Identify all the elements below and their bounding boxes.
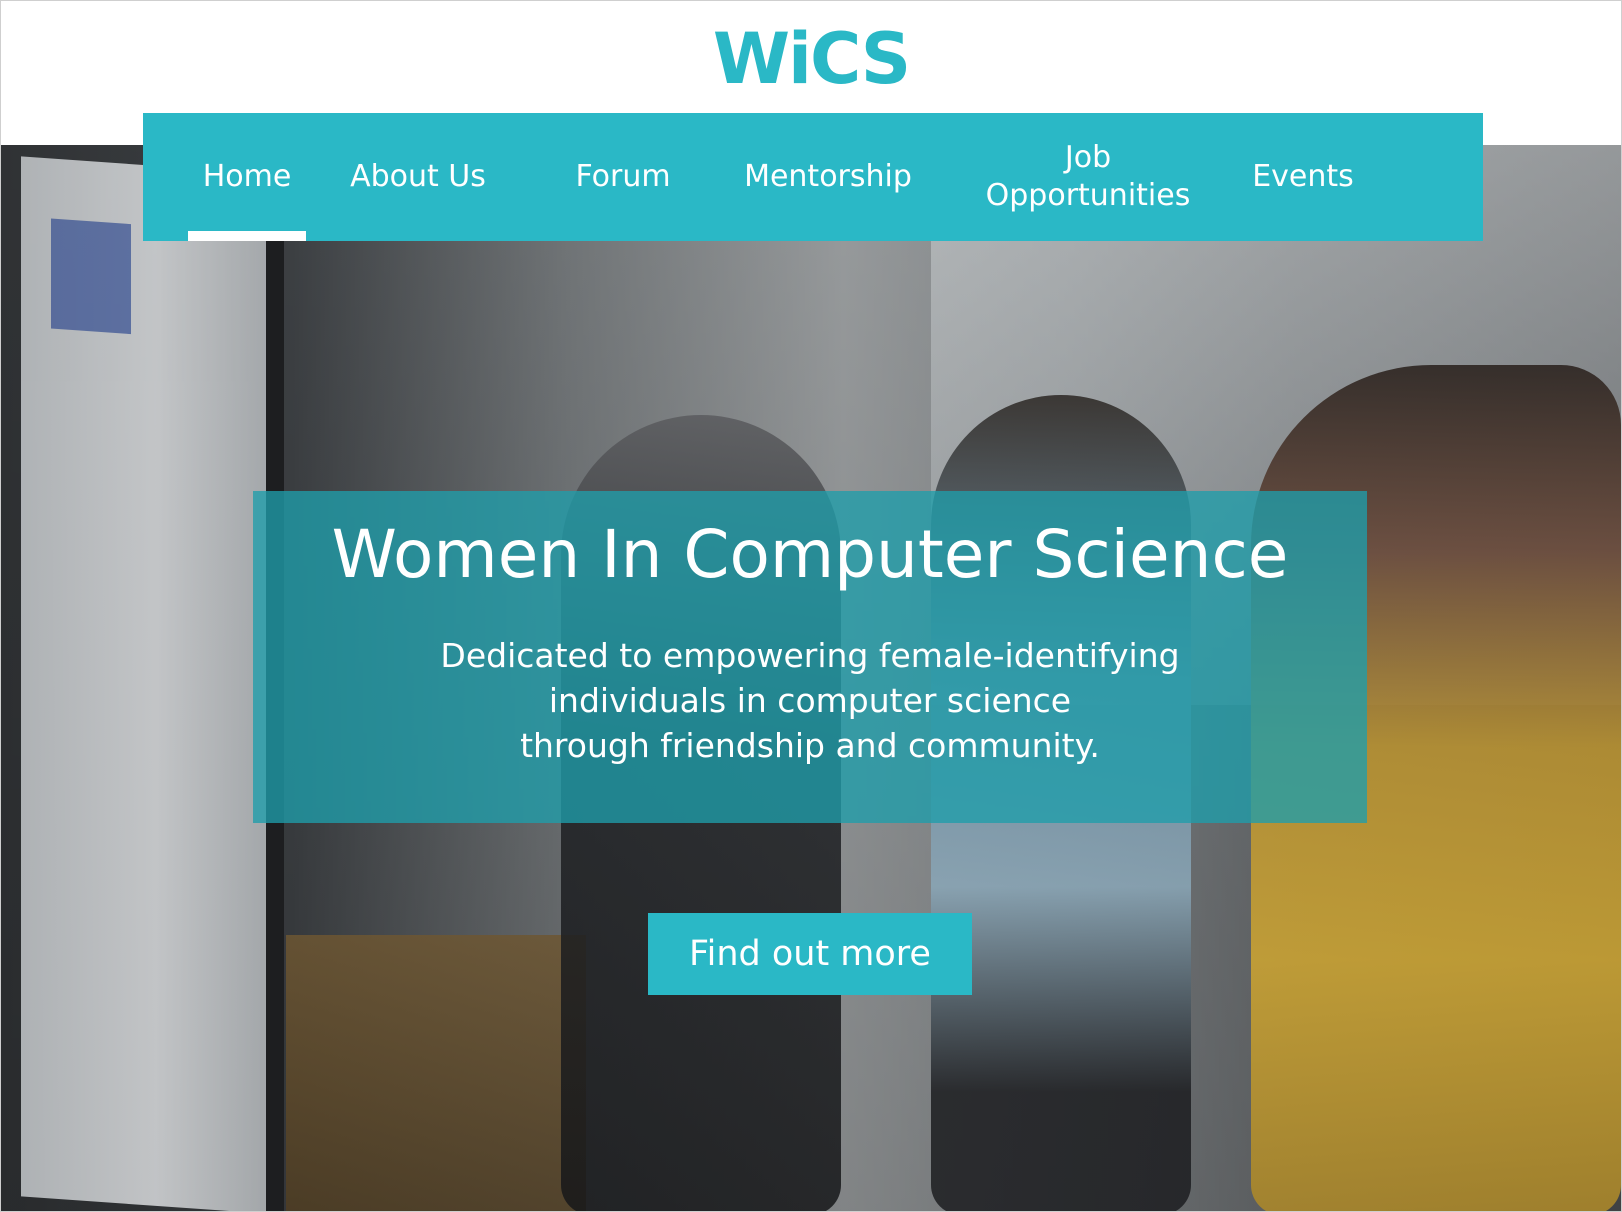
wics-logo[interactable]: WiCS xyxy=(1,19,1621,99)
hero-photo-poster-board xyxy=(21,156,266,1211)
nav-item-home[interactable]: Home xyxy=(188,113,306,241)
nav-item-label: Home xyxy=(202,159,292,194)
nav-item-label: Events xyxy=(1252,159,1354,194)
hero-photo-cabinet xyxy=(286,935,586,1211)
main-navigation: Home About Us Forum Mentorship Job Oppor… xyxy=(143,113,1483,241)
page: WiCS Home About Us Forum Mentorship Job … xyxy=(0,0,1622,1212)
nav-item-events[interactable]: Events xyxy=(1243,113,1363,241)
hero-subtitle-line: individuals in computer science xyxy=(548,681,1072,720)
nav-active-indicator xyxy=(188,231,306,241)
hero-subtitle: Dedicated to empowering female-identifyi… xyxy=(253,633,1367,768)
find-out-more-button[interactable]: Find out more xyxy=(648,913,972,995)
nav-item-label: About Us xyxy=(350,159,486,194)
hero-subtitle-line: through friendship and community. xyxy=(520,726,1100,765)
nav-item-about-us[interactable]: About Us xyxy=(343,113,493,241)
hero-title: Women In Computer Science xyxy=(331,516,1289,593)
nav-item-forum[interactable]: Forum xyxy=(568,113,678,241)
nav-item-label: Mentorship xyxy=(744,159,912,194)
nav-item-job-opportunities[interactable]: Job Opportunities xyxy=(983,113,1193,241)
nav-item-label: Job Opportunities xyxy=(985,140,1191,213)
nav-item-mentorship[interactable]: Mentorship xyxy=(743,113,913,241)
hero-panel: Women In Computer Science Dedicated to e… xyxy=(253,491,1367,823)
nav-item-label: Forum xyxy=(575,159,671,194)
hero-subtitle-line: Dedicated to empowering female-identifyi… xyxy=(440,636,1180,675)
